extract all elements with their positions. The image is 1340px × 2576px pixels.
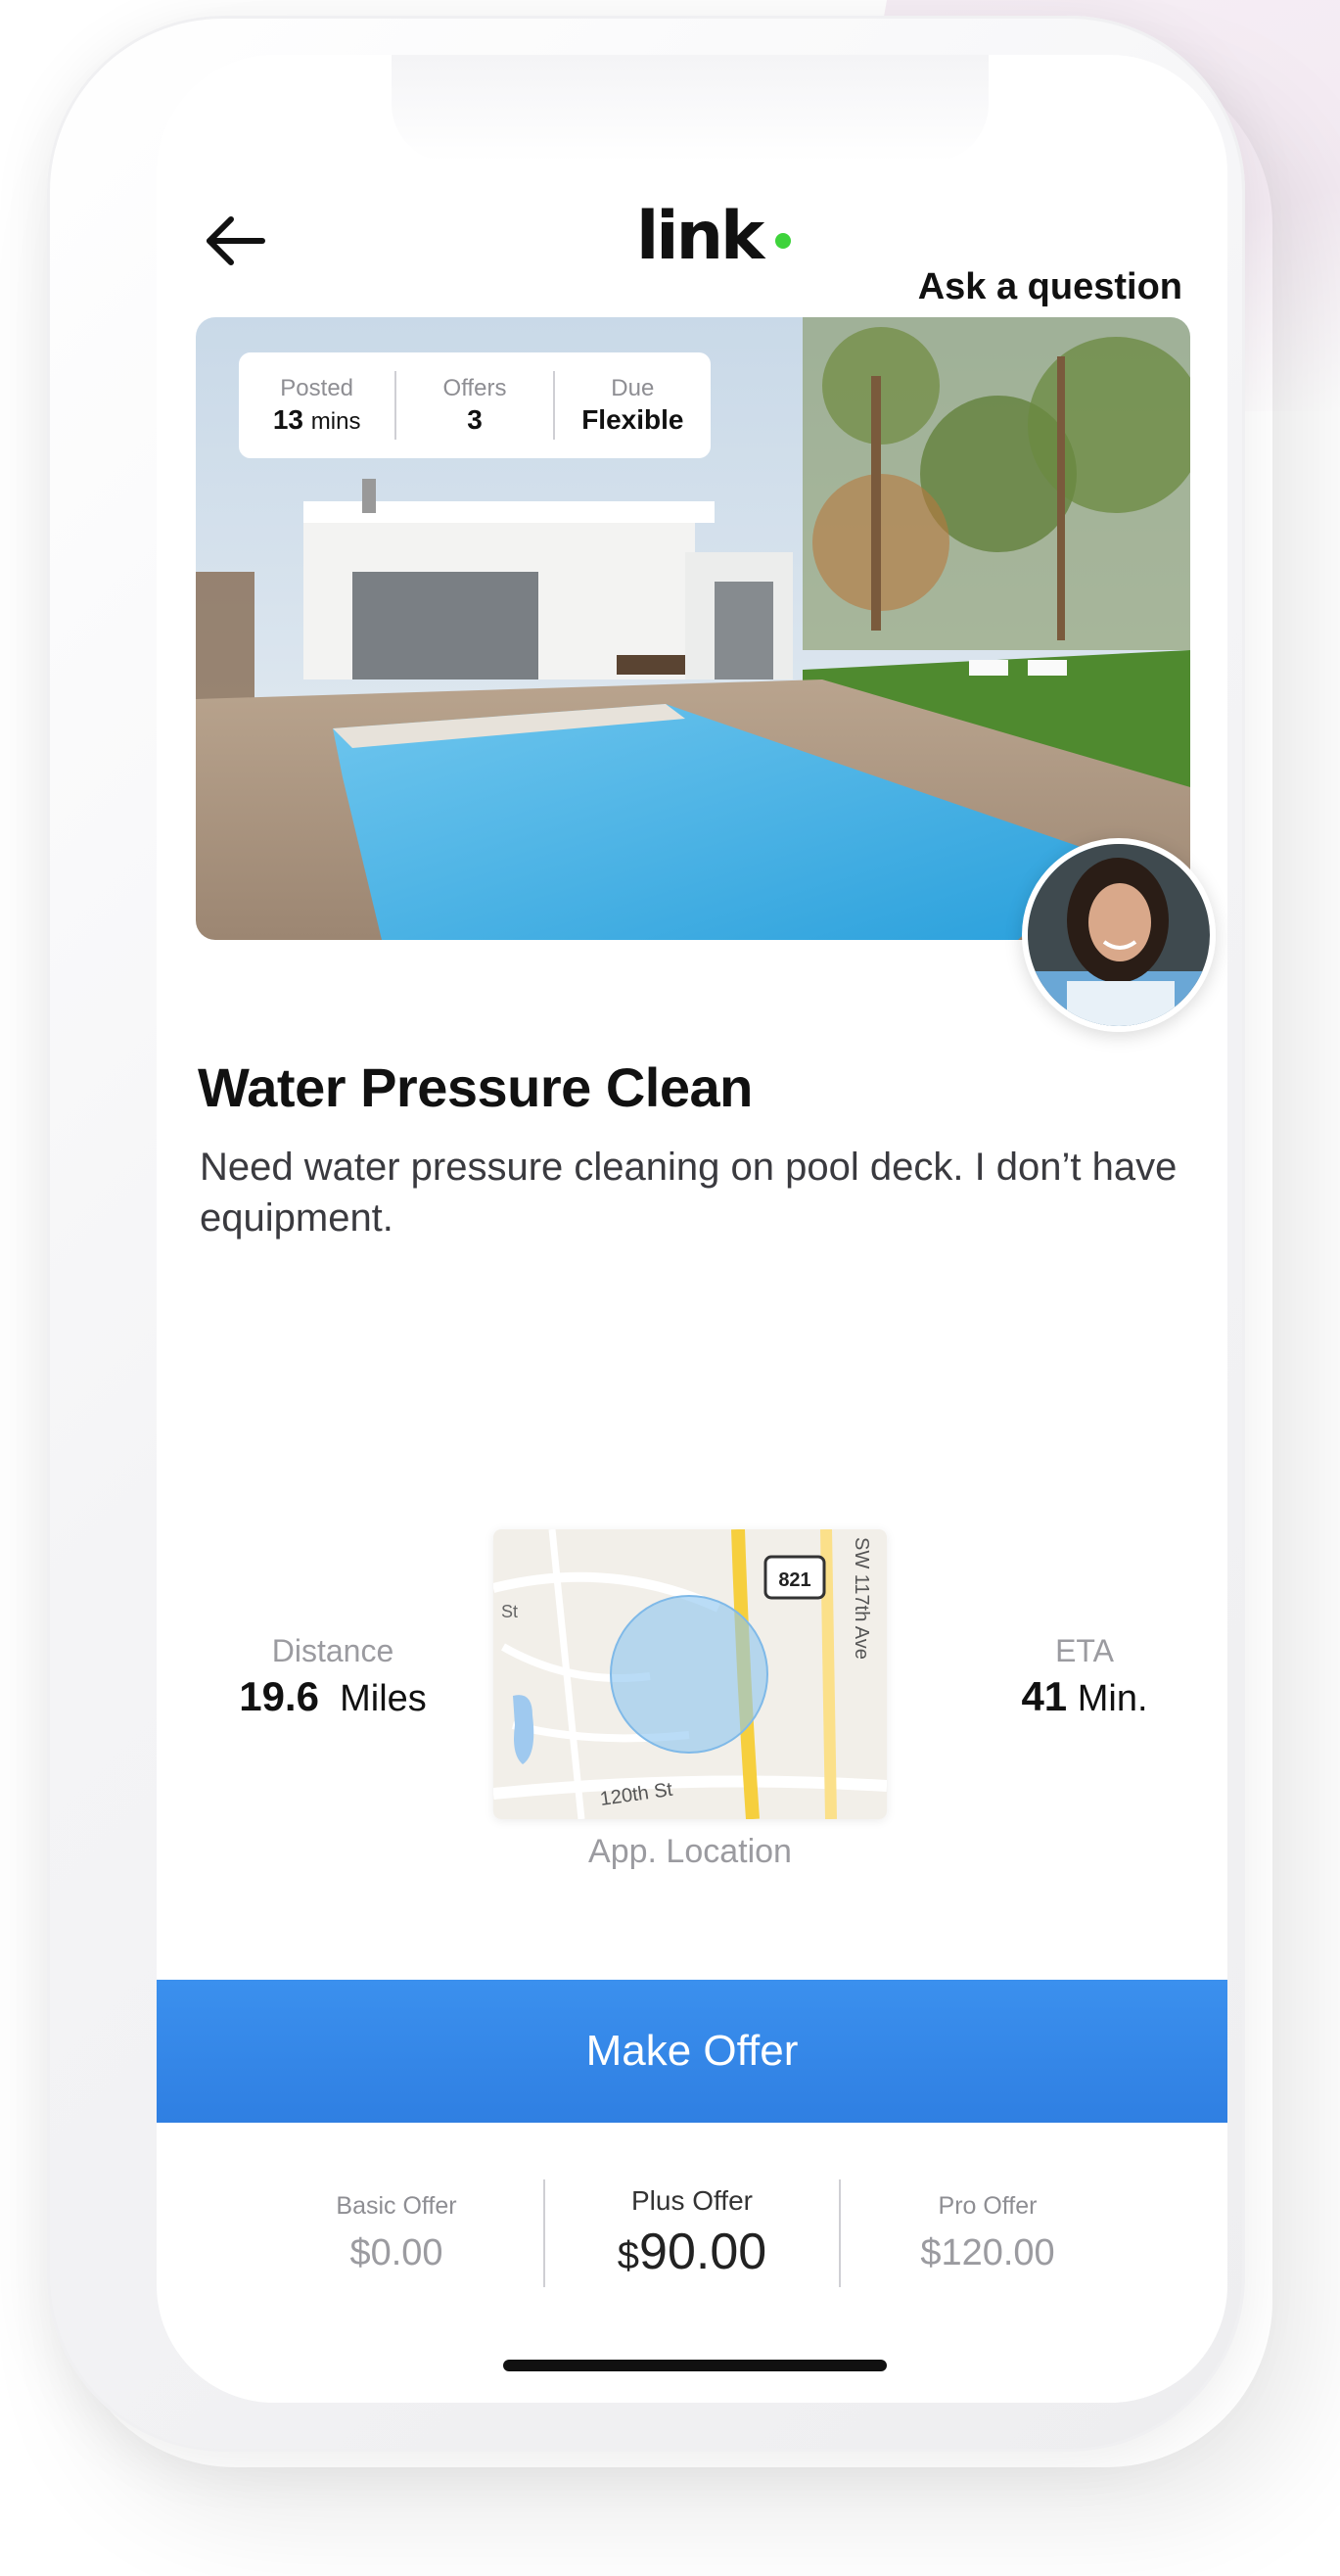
distance-metric: Distance 19.6 Miles xyxy=(196,1633,470,1720)
stat-due: Due Flexible xyxy=(555,375,711,436)
eta-unit: Min. xyxy=(1077,1678,1148,1719)
make-offer-button[interactable]: Make Offer xyxy=(157,1980,1227,2123)
offer-tiers: Basic Offer $0.00 Plus Offer $90.00 Pro … xyxy=(157,2170,1227,2297)
stat-offers-value: 3 xyxy=(467,404,483,435)
offer-basic-price: $0.00 xyxy=(349,2232,443,2273)
eta-label: ETA xyxy=(1055,1633,1114,1668)
arrow-left-icon xyxy=(207,216,265,265)
road-sign-label: 821 xyxy=(778,1569,810,1591)
stat-posted-unit: mins xyxy=(310,408,361,435)
map-avenue: SW 117th Ave xyxy=(851,1537,872,1660)
phone-frame: link Ask a question Posted 13 mins Offer… xyxy=(47,16,1245,2452)
stat-due-label: Due xyxy=(611,375,655,401)
offer-plus-price: 90.00 xyxy=(639,2224,767,2280)
home-indicator[interactable] xyxy=(503,2360,887,2371)
distance-label: Distance xyxy=(271,1633,394,1668)
stat-offers: Offers 3 xyxy=(396,375,552,436)
offer-basic-label: Basic Offer xyxy=(336,2192,457,2220)
distance-value: 19.6 xyxy=(239,1673,319,1719)
app-logo: link xyxy=(636,192,792,280)
map-caption: App. Location xyxy=(588,1833,792,1870)
job-description: Need water pressure cleaning on pool dec… xyxy=(200,1146,1178,1240)
logo-dot xyxy=(775,233,792,249)
offer-plus[interactable]: Plus Offer $90.00 xyxy=(545,2185,839,2281)
offer-plus-currency: $ xyxy=(617,2234,640,2277)
stat-offers-label: Offers xyxy=(442,375,507,401)
job-title: Water Pressure Clean xyxy=(198,1056,753,1118)
offer-plus-label: Plus Offer xyxy=(631,2185,753,2216)
job-stats-card: Posted 13 mins Offers 3 Due Flexible xyxy=(239,352,711,458)
stat-posted-label: Posted xyxy=(280,375,354,401)
offer-pro-price: $120.00 xyxy=(920,2232,1055,2273)
location-map[interactable]: 821 St SW 117th Ave 120th St xyxy=(493,1529,887,1819)
stat-due-value: Flexible xyxy=(581,404,684,435)
poster-avatar[interactable] xyxy=(1022,838,1216,1032)
eta-metric: ETA 41 Min. xyxy=(957,1633,1212,1720)
offer-pro-label: Pro Offer xyxy=(938,2192,1038,2220)
eta-value: 41 xyxy=(1021,1673,1068,1719)
ask-question-link[interactable]: Ask a question xyxy=(918,266,1182,308)
stat-posted: Posted 13 mins xyxy=(239,375,394,436)
offer-pro[interactable]: Pro Offer $120.00 xyxy=(841,2192,1134,2274)
app-screen: link Ask a question Posted 13 mins Offer… xyxy=(157,55,1227,2403)
phone-notch xyxy=(392,55,989,163)
back-button[interactable] xyxy=(202,211,270,270)
logo-text: link xyxy=(636,197,764,275)
distance-unit: Miles xyxy=(340,1678,427,1719)
stat-posted-value: 13 xyxy=(272,404,304,435)
offer-basic[interactable]: Basic Offer $0.00 xyxy=(250,2192,543,2274)
map-street-top: St xyxy=(501,1602,518,1621)
